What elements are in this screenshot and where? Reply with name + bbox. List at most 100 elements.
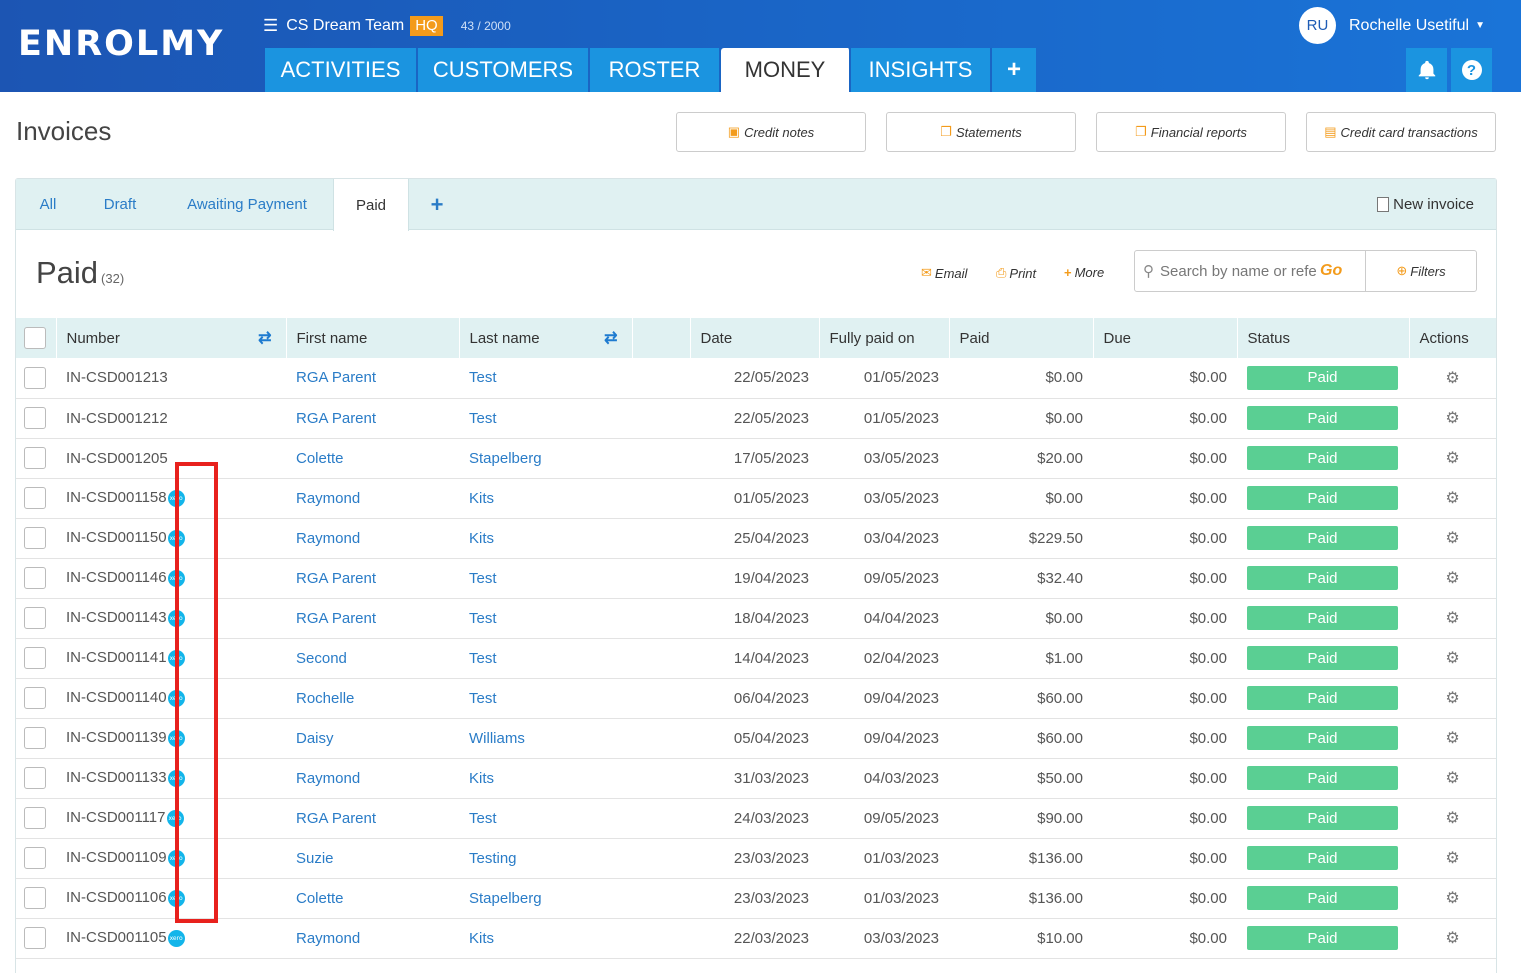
go-button[interactable]: Go	[1320, 262, 1342, 280]
invoice-number-cell[interactable]: IN-CSD001205	[56, 438, 286, 478]
last-name-link[interactable]: Test	[459, 638, 632, 678]
gear-icon[interactable]: ⚙	[1445, 530, 1459, 547]
team-switcher[interactable]: ☰ CS Dream Team HQ 43 / 2000	[263, 14, 511, 38]
last-name-link[interactable]: Stapelberg	[459, 878, 632, 918]
first-name-link[interactable]: RGA Parent	[286, 358, 459, 398]
gear-icon[interactable]: ⚙	[1445, 930, 1459, 947]
row-checkbox[interactable]	[24, 847, 46, 869]
hamburger-icon[interactable]: ☰	[263, 16, 278, 36]
invoice-number-cell[interactable]: IN-CSD001133 xero	[56, 758, 286, 798]
table-row[interactable]: IN-CSD001205 Colette Stapelberg 17/05/2023 0…	[16, 438, 1496, 478]
invoice-number-cell[interactable]: IN-CSD001109 xero	[56, 838, 286, 878]
gear-icon[interactable]: ⚙	[1445, 730, 1459, 747]
invoice-number-cell[interactable]: IN-CSD001158 xero	[56, 478, 286, 518]
row-checkbox[interactable]	[24, 927, 46, 949]
invoice-number-cell[interactable]: IN-CSD001143 xero	[56, 598, 286, 638]
gear-icon[interactable]: ⚙	[1445, 890, 1459, 907]
statements-button[interactable]: ❐ Statements	[886, 112, 1076, 152]
first-name-link[interactable]: Raymond	[286, 918, 459, 958]
first-name-link[interactable]: RGA Parent	[286, 398, 459, 438]
last-name-link[interactable]: Williams	[459, 718, 632, 758]
gear-icon[interactable]: ⚙	[1445, 690, 1459, 707]
gear-icon[interactable]: ⚙	[1445, 850, 1459, 867]
gear-icon[interactable]: ⚙	[1445, 810, 1459, 827]
last-name-link[interactable]: Kits	[459, 518, 632, 558]
last-name-link[interactable]: Stapelberg	[459, 438, 632, 478]
col-number[interactable]: Number ⇄	[56, 318, 287, 358]
table-row[interactable]: IN-CSD001117 xero RGA Parent Test 24/03/2023…	[16, 798, 1496, 838]
add-tab-button[interactable]: +	[992, 48, 1036, 92]
table-row[interactable]: IN-CSD001139 xero Daisy Williams 05/04/2023 0…	[16, 718, 1496, 758]
last-name-link[interactable]: Test	[459, 798, 632, 838]
row-checkbox[interactable]	[24, 687, 46, 709]
table-row[interactable]: IN-CSD001143 xero RGA Parent Test 18/04/2023…	[16, 598, 1496, 638]
row-checkbox[interactable]	[24, 727, 46, 749]
first-name-link[interactable]: Raymond	[286, 758, 459, 798]
table-row[interactable]: IN-CSD001150 xero Raymond Kits 25/04/2023 03/…	[16, 518, 1496, 558]
table-row[interactable]: IN-CSD001133 xero Raymond Kits 31/03/2023 04/…	[16, 758, 1496, 798]
first-name-link[interactable]: Suzie	[286, 838, 459, 878]
last-name-link[interactable]: Kits	[459, 758, 632, 798]
sort-swap-icon[interactable]: ⇄	[258, 328, 271, 348]
last-name-link[interactable]: Test	[459, 358, 632, 398]
search-input[interactable]	[1160, 262, 1318, 280]
print-button[interactable]: ⎙ Print	[996, 265, 1036, 281]
invoice-number-cell[interactable]: IN-CSD001141 xero	[56, 638, 286, 678]
col-date[interactable]: Date	[690, 318, 820, 358]
gear-icon[interactable]: ⚙	[1445, 650, 1459, 667]
invoice-number-cell[interactable]: IN-CSD001117 xero	[56, 798, 286, 838]
table-row[interactable]: IN-CSD001106 xero Colette Stapelberg 23/03/2…	[16, 878, 1496, 918]
first-name-link[interactable]: Rochelle	[286, 678, 459, 718]
tab-activities[interactable]: ACTIVITIES	[265, 48, 418, 92]
first-name-link[interactable]: Daisy	[286, 718, 459, 758]
credit-notes-button[interactable]: ▣ Credit notes	[676, 112, 866, 152]
col-paid[interactable]: Paid	[949, 318, 1094, 358]
user-menu[interactable]: RU Rochelle Usetiful ▼	[1299, 7, 1485, 44]
col-last-name[interactable]: Last name ⇄	[459, 318, 633, 358]
row-checkbox[interactable]	[24, 767, 46, 789]
gear-icon[interactable]: ⚙	[1445, 570, 1459, 587]
row-checkbox[interactable]	[24, 447, 46, 469]
table-row[interactable]: IN-CSD001109 xero Suzie Testing 23/03/2023 01…	[16, 838, 1496, 878]
last-name-link[interactable]: Kits	[459, 478, 632, 518]
row-checkbox[interactable]	[24, 527, 46, 549]
invoice-number-cell[interactable]: IN-CSD001106 xero	[56, 878, 286, 918]
invoice-number-cell[interactable]: IN-CSD001213	[56, 358, 286, 398]
first-name-link[interactable]: Colette	[286, 878, 459, 918]
tab-awaiting-payment[interactable]: Awaiting Payment	[174, 179, 320, 230]
table-row[interactable]: IN-CSD001146 xero RGA Parent Test 19/04/2023…	[16, 558, 1496, 598]
table-row[interactable]: IN-CSD001105 xero Raymond Kits 22/03/2023 03/…	[16, 918, 1496, 958]
row-checkbox[interactable]	[24, 647, 46, 669]
table-row[interactable]: IN-CSD001141 xero Second Test 14/04/2023 02/0…	[16, 638, 1496, 678]
sort-swap-icon[interactable]: ⇄	[604, 328, 617, 348]
col-fully-paid-on[interactable]: Fully paid on	[819, 318, 950, 358]
gear-icon[interactable]: ⚙	[1445, 410, 1459, 427]
gear-icon[interactable]: ⚙	[1445, 770, 1459, 787]
add-view-button[interactable]: +	[420, 179, 454, 230]
help-button[interactable]: ?	[1451, 48, 1492, 92]
table-row[interactable]: IN-CSD001158 xero Raymond Kits 01/05/2023 03/…	[16, 478, 1496, 518]
tab-draft[interactable]: Draft	[92, 179, 148, 230]
row-checkbox[interactable]	[24, 807, 46, 829]
filters-button[interactable]: ⊕ Filters	[1365, 250, 1477, 292]
enrolmy-logo[interactable]: ENROLMY	[18, 24, 224, 64]
row-checkbox[interactable]	[24, 887, 46, 909]
first-name-link[interactable]: RGA Parent	[286, 798, 459, 838]
col-first-name[interactable]: First name	[286, 318, 460, 358]
more-button[interactable]: + More	[1064, 265, 1104, 280]
first-name-link[interactable]: Raymond	[286, 478, 459, 518]
tab-insights[interactable]: INSIGHTS	[851, 48, 992, 92]
tab-all[interactable]: All	[28, 179, 68, 230]
last-name-link[interactable]: Test	[459, 678, 632, 718]
row-checkbox[interactable]	[24, 567, 46, 589]
first-name-link[interactable]: Colette	[286, 438, 459, 478]
row-checkbox[interactable]	[24, 487, 46, 509]
last-name-link[interactable]: Testing	[459, 838, 632, 878]
table-row[interactable]: IN-CSD001213 RGA Parent Test 22/05/2023 01/0…	[16, 358, 1496, 398]
last-name-link[interactable]: Kits	[459, 918, 632, 958]
table-row[interactable]: IN-CSD001212 RGA Parent Test 22/05/2023 01/0…	[16, 398, 1496, 438]
invoice-number-cell[interactable]: IN-CSD001212	[56, 398, 286, 438]
tab-money[interactable]: MONEY	[721, 48, 851, 92]
gear-icon[interactable]: ⚙	[1445, 610, 1459, 627]
new-invoice-button[interactable]: New invoice	[1377, 179, 1474, 230]
